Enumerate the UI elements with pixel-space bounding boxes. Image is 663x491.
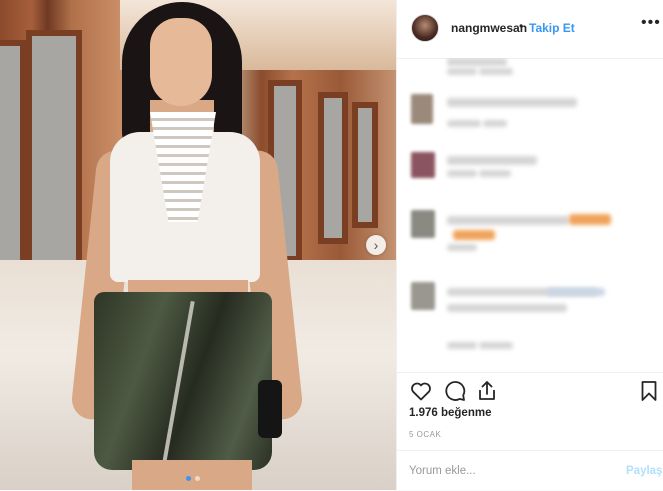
comment-icon[interactable]	[443, 379, 467, 403]
handbag	[258, 380, 282, 438]
separator-dot: •	[519, 19, 524, 33]
leather-skirt	[94, 292, 272, 470]
bookmark-icon[interactable]	[637, 379, 661, 403]
blurred-avatar	[411, 210, 435, 238]
blurred-text	[447, 216, 569, 225]
elevator-door	[318, 92, 348, 244]
post-date[interactable]: 5 OCAK	[409, 430, 441, 439]
heart-icon[interactable]	[409, 379, 433, 403]
blurred-text	[447, 120, 481, 127]
blurred-text	[447, 304, 567, 312]
blurred-emoji	[453, 230, 495, 240]
chevron-right-icon: ›	[373, 237, 379, 253]
comments-list[interactable]	[397, 58, 663, 370]
post-side-panel: nangmwesan • Takip Et ••• 1.976 beğenme …	[396, 0, 663, 490]
blurred-avatar	[411, 152, 435, 178]
blurred-text	[479, 68, 513, 75]
post-photo[interactable]: ›	[0, 0, 396, 490]
blurred-text	[447, 68, 477, 75]
follow-button[interactable]: Takip Et	[529, 21, 575, 35]
blurred-text	[447, 156, 537, 165]
likes-count[interactable]: 1.976 beğenme	[409, 407, 491, 419]
next-photo-button[interactable]: ›	[366, 235, 386, 255]
carousel-dot	[186, 476, 191, 481]
add-comment-bar: Paylaş	[397, 450, 663, 491]
blurred-avatar	[411, 94, 433, 124]
elevator-door	[352, 102, 378, 228]
share-icon[interactable]	[475, 379, 499, 403]
carousel-dots	[186, 476, 200, 481]
blurred-avatar	[411, 282, 435, 310]
person-face	[150, 18, 212, 106]
carousel-dot	[195, 476, 200, 481]
blurred-text	[479, 342, 513, 349]
blurred-text	[447, 58, 507, 66]
blurred-text	[447, 170, 477, 177]
avatar[interactable]	[411, 14, 439, 42]
blurred-text	[447, 342, 477, 349]
username-link[interactable]: nangmwesan	[451, 21, 527, 35]
blurred-text	[447, 98, 577, 107]
blurred-text	[479, 170, 511, 177]
more-options-icon[interactable]: •••	[641, 14, 661, 32]
post-header: nangmwesan • Takip Et •••	[397, 0, 663, 59]
post-comment-button[interactable]: Paylaş	[626, 465, 662, 477]
blurred-text	[447, 244, 477, 251]
person-legs	[132, 460, 252, 490]
blurred-emoji	[569, 214, 611, 225]
action-bar	[397, 372, 663, 407]
blurred-text	[483, 120, 507, 127]
comment-input[interactable]	[409, 461, 609, 481]
blurred-text	[547, 288, 605, 296]
